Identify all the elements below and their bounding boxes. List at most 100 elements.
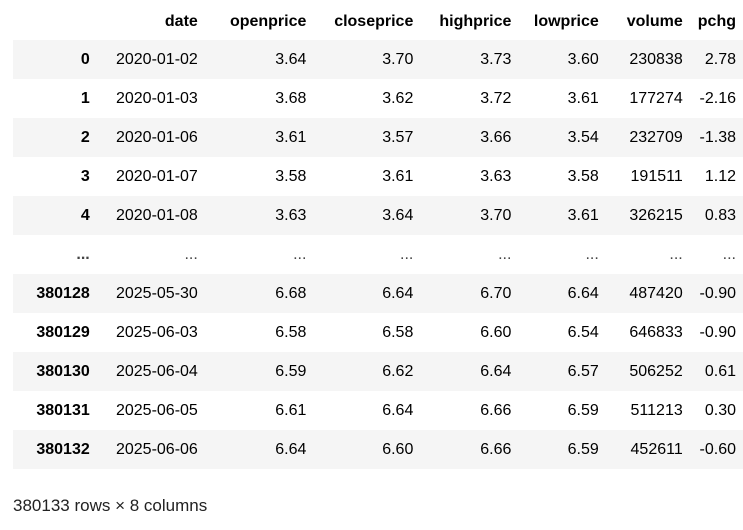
cell-date: 2020-01-08 xyxy=(115,206,198,224)
cell-highprice: 6.66 xyxy=(480,401,512,419)
column-header-pchg: pchg xyxy=(697,13,736,30)
cell-closeprice: 3.57 xyxy=(382,128,414,146)
cell-lowprice: 6.59 xyxy=(567,440,599,458)
cell-volume: 511213 xyxy=(630,401,683,419)
column-header-highprice: highprice xyxy=(439,13,512,30)
cell-pchg: -2.16 xyxy=(699,89,736,107)
cell-highprice: 3.72 xyxy=(480,89,512,107)
column-header-closeprice: closeprice xyxy=(334,13,414,30)
row-index: 3 xyxy=(80,167,90,185)
dataframe-output: date openprice closeprice highprice lowp… xyxy=(13,4,743,469)
cell-openprice: ... xyxy=(293,245,307,263)
column-header-openprice: openprice xyxy=(229,13,307,30)
cell-highprice: 6.64 xyxy=(480,362,512,380)
cell-closeprice: 3.62 xyxy=(382,89,414,107)
cell-openprice: 6.61 xyxy=(275,401,307,419)
cell-lowprice: 3.54 xyxy=(567,128,599,146)
cell-closeprice: ... xyxy=(400,245,414,263)
cell-volume: 232709 xyxy=(629,128,683,146)
cell-pchg: ... xyxy=(722,245,736,263)
cell-pchg: -0.60 xyxy=(699,440,736,458)
cell-pchg: -0.90 xyxy=(699,284,736,302)
table-row: 380130 2025-06-04 6.59 6.62 6.64 6.57 50… xyxy=(13,352,743,391)
cell-closeprice: 6.60 xyxy=(382,440,414,458)
column-header-volume: volume xyxy=(626,13,683,30)
cell-date: 2025-06-04 xyxy=(115,362,198,380)
cell-highprice: 3.63 xyxy=(480,167,512,185)
row-index: 380128 xyxy=(36,284,90,302)
table-body: 0 2020-01-02 3.64 3.70 3.73 3.60 230838 … xyxy=(13,40,743,469)
cell-highprice: 6.70 xyxy=(480,284,512,302)
cell-date: ... xyxy=(184,245,198,263)
cell-volume: 230838 xyxy=(629,50,683,68)
table-row: 2 2020-01-06 3.61 3.57 3.66 3.54 232709 … xyxy=(13,118,743,157)
cell-lowprice: 3.61 xyxy=(567,89,599,107)
cell-volume: 326215 xyxy=(629,206,683,224)
cell-lowprice: 6.59 xyxy=(567,401,599,419)
cell-openprice: 3.64 xyxy=(275,50,307,68)
table-row: 380132 2025-06-06 6.64 6.60 6.66 6.59 45… xyxy=(13,430,743,469)
cell-highprice: ... xyxy=(498,245,512,263)
cell-closeprice: 3.64 xyxy=(382,206,414,224)
cell-openprice: 3.61 xyxy=(275,128,307,146)
dataframe-table: date openprice closeprice highprice lowp… xyxy=(13,4,743,469)
cell-lowprice: 6.64 xyxy=(567,284,599,302)
cell-date: 2020-01-02 xyxy=(115,50,198,68)
cell-volume: 506252 xyxy=(629,362,683,380)
cell-date: 2025-06-03 xyxy=(115,323,198,341)
index-header xyxy=(13,4,97,40)
cell-date: 2020-01-06 xyxy=(115,128,198,146)
cell-closeprice: 3.70 xyxy=(382,50,414,68)
cell-closeprice: 6.62 xyxy=(382,362,414,380)
header-row: date openprice closeprice highprice lowp… xyxy=(13,4,743,40)
cell-openprice: 6.68 xyxy=(275,284,307,302)
row-index: 2 xyxy=(80,128,90,146)
row-index: ... xyxy=(76,245,90,263)
cell-openprice: 3.68 xyxy=(275,89,307,107)
cell-openprice: 3.58 xyxy=(275,167,307,185)
cell-lowprice: 3.58 xyxy=(567,167,599,185)
row-index: 380131 xyxy=(36,401,90,419)
table-row: 0 2020-01-02 3.64 3.70 3.73 3.60 230838 … xyxy=(13,40,743,79)
table-row: 380128 2025-05-30 6.68 6.64 6.70 6.64 48… xyxy=(13,274,743,313)
cell-openprice: 6.59 xyxy=(275,362,307,380)
table-header: date openprice closeprice highprice lowp… xyxy=(13,4,743,40)
cell-pchg: 2.78 xyxy=(704,50,736,68)
cell-openprice: 6.64 xyxy=(275,440,307,458)
row-index: 380129 xyxy=(36,323,90,341)
row-index: 0 xyxy=(80,50,90,68)
cell-volume: 177274 xyxy=(629,89,683,107)
cell-date: 2020-01-03 xyxy=(115,89,198,107)
table-row: 380129 2025-06-03 6.58 6.58 6.60 6.54 64… xyxy=(13,313,743,352)
cell-openprice: 6.58 xyxy=(275,323,307,341)
cell-date: 2025-06-06 xyxy=(115,440,198,458)
column-header-date: date xyxy=(164,13,198,30)
cell-highprice: 3.73 xyxy=(480,50,512,68)
dataframe-shape-caption: 380133 rows × 8 columns xyxy=(13,496,208,515)
table-row-ellipsis: ... ... ... ... ... ... ... ... xyxy=(13,235,743,274)
table-row: 3 2020-01-07 3.58 3.61 3.63 3.58 191511 … xyxy=(13,157,743,196)
row-index: 1 xyxy=(80,89,90,107)
cell-volume: ... xyxy=(669,245,683,263)
cell-date: 2025-06-05 xyxy=(115,401,198,419)
cell-lowprice: 3.61 xyxy=(567,206,599,224)
cell-volume: 646833 xyxy=(629,323,683,341)
table-row: 1 2020-01-03 3.68 3.62 3.72 3.61 177274 … xyxy=(13,79,743,118)
cell-highprice: 3.70 xyxy=(480,206,512,224)
cell-lowprice: 6.57 xyxy=(567,362,599,380)
cell-lowprice: 3.60 xyxy=(567,50,599,68)
cell-closeprice: 3.61 xyxy=(382,167,414,185)
row-index: 4 xyxy=(80,206,90,224)
cell-pchg: 1.12 xyxy=(704,167,736,185)
cell-volume: 487420 xyxy=(629,284,683,302)
cell-highprice: 6.66 xyxy=(480,440,512,458)
column-header-lowprice: lowprice xyxy=(533,13,599,30)
cell-pchg: 0.30 xyxy=(704,401,736,419)
cell-openprice: 3.63 xyxy=(275,206,307,224)
cell-volume: 452611 xyxy=(630,440,683,458)
table-row: 4 2020-01-08 3.63 3.64 3.70 3.61 326215 … xyxy=(13,196,743,235)
cell-lowprice: 6.54 xyxy=(567,323,599,341)
row-index: 380130 xyxy=(36,362,90,380)
cell-pchg: 0.61 xyxy=(704,362,736,380)
cell-closeprice: 6.64 xyxy=(382,401,414,419)
